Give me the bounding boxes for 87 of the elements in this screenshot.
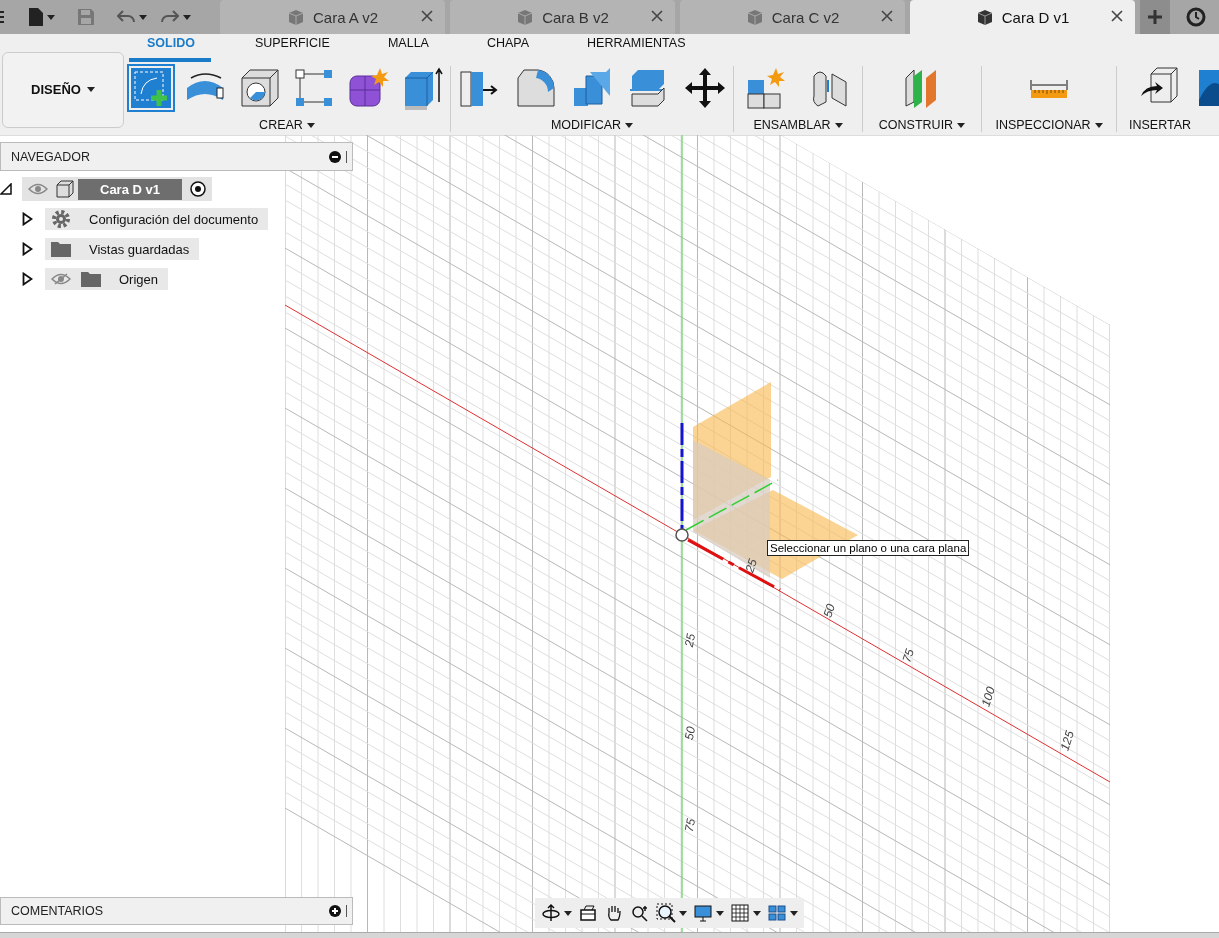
new-tab-button[interactable] (1140, 0, 1170, 34)
activate-radio-icon[interactable] (190, 181, 206, 197)
ribbon-tab[interactable]: MALLA (343, 36, 443, 62)
hidden-eye-icon[interactable] (51, 273, 71, 285)
tooltip: Seleccionar un plano o una cara plana (767, 540, 970, 556)
tool-group-menu[interactable]: MODIFICAR (550, 118, 634, 132)
axis-label: 75 (899, 647, 917, 665)
axis-label: 50 (682, 725, 699, 742)
axis-label: 25 (682, 632, 699, 649)
tree-item-label: Vistas guardadas (89, 241, 190, 257)
document-tab[interactable]: Cara C v2 (680, 0, 905, 34)
caret-icon (790, 910, 798, 916)
tool-group-menu[interactable]: ENSAMBLAR (753, 118, 843, 132)
tree-item-label: Configuración del documento (89, 211, 259, 227)
tool-group-menu[interactable]: INSPECCIONAR (995, 118, 1103, 132)
monitor-icon[interactable] (693, 903, 713, 923)
caret-icon (625, 122, 634, 128)
close-icon[interactable] (421, 10, 433, 22)
viewports-icon[interactable] (767, 903, 787, 923)
caret-icon (86, 87, 95, 92)
tool-group-menu[interactable]: CREAR (259, 118, 315, 132)
expander-icon[interactable] (22, 272, 33, 286)
tree-item[interactable]: Configuración del documento (45, 208, 269, 230)
plus-icon (1147, 9, 1163, 25)
folder-icon (81, 271, 101, 287)
sketch-tool[interactable] (129, 66, 174, 110)
menu-icon[interactable] (0, 10, 5, 24)
workspace-dropdown[interactable]: DISEÑO (2, 51, 124, 128)
axis-label: 25 (742, 557, 760, 575)
panel-title: COMENTARIOS (11, 904, 104, 918)
ribbon-tab[interactable]: HERRAMIENTAS (543, 36, 700, 62)
zoom-window-icon[interactable] (656, 903, 676, 923)
tool-group-menu[interactable]: INSERTAR (1129, 118, 1192, 132)
box-icon (56, 180, 74, 198)
caret-icon (716, 910, 724, 916)
caret-icon (834, 122, 843, 128)
ribbon-tab[interactable]: SOLIDO (129, 36, 211, 62)
document-tab[interactable]: Cara A v2 (220, 0, 445, 34)
expander-icon[interactable] (22, 242, 33, 256)
add-icon[interactable] (329, 905, 341, 917)
file-icon[interactable] (29, 8, 43, 26)
orbit-icon[interactable] (541, 903, 561, 923)
document-tab[interactable]: Cara D v1 (910, 0, 1135, 34)
caret-icon (139, 14, 147, 20)
caret-icon (679, 910, 687, 916)
collapse-icon[interactable] (329, 150, 341, 163)
folder-icon (51, 241, 71, 257)
eye-icon[interactable] (28, 183, 48, 195)
caret-icon (753, 910, 761, 916)
caret-icon (183, 14, 191, 20)
document-tab[interactable]: Cara B v2 (450, 0, 675, 34)
caret-icon (47, 14, 55, 20)
undo-icon[interactable] (117, 9, 135, 25)
tool-group-menu[interactable]: CONSTRUIR (878, 118, 966, 132)
axis-label: 50 (820, 602, 838, 620)
axis-label: 125 (1057, 729, 1077, 753)
ribbon-tab[interactable]: CHAPA (442, 36, 544, 62)
cube-icon (745, 8, 764, 26)
tree-item[interactable]: Origen (45, 268, 169, 290)
axis-label: 75 (682, 817, 699, 834)
caret-icon (1094, 122, 1103, 128)
cube-icon (516, 8, 535, 26)
caret-icon (957, 122, 966, 128)
expander-icon[interactable] (22, 212, 33, 226)
axis-label: 100 (978, 685, 998, 709)
camera-icon[interactable] (578, 903, 598, 923)
gear-icon (51, 209, 71, 229)
redo-icon[interactable] (161, 9, 179, 25)
caret-icon (306, 122, 315, 128)
caret-icon (564, 910, 572, 916)
tree-root-item[interactable]: Cara D v1 (22, 177, 212, 201)
component-name[interactable]: Cara D v1 (78, 178, 182, 200)
ribbon-tab[interactable]: SUPERFICIE (210, 36, 344, 62)
tree-item[interactable]: Vistas guardadas (45, 238, 200, 260)
zoom-icon[interactable] (630, 903, 650, 923)
form-tool[interactable] (346, 66, 391, 110)
cube-icon (286, 8, 305, 26)
close-icon[interactable] (881, 10, 893, 22)
grip-icon[interactable] (345, 150, 348, 163)
cube-icon (975, 8, 994, 26)
grid-icon[interactable] (730, 903, 750, 923)
expander-icon[interactable] (0, 183, 12, 195)
close-icon[interactable] (651, 10, 663, 22)
panel-title: NAVEGADOR (11, 149, 90, 164)
tree-item-label: Origen (119, 271, 159, 287)
grip-icon[interactable] (345, 905, 348, 917)
close-icon[interactable] (1111, 10, 1123, 22)
